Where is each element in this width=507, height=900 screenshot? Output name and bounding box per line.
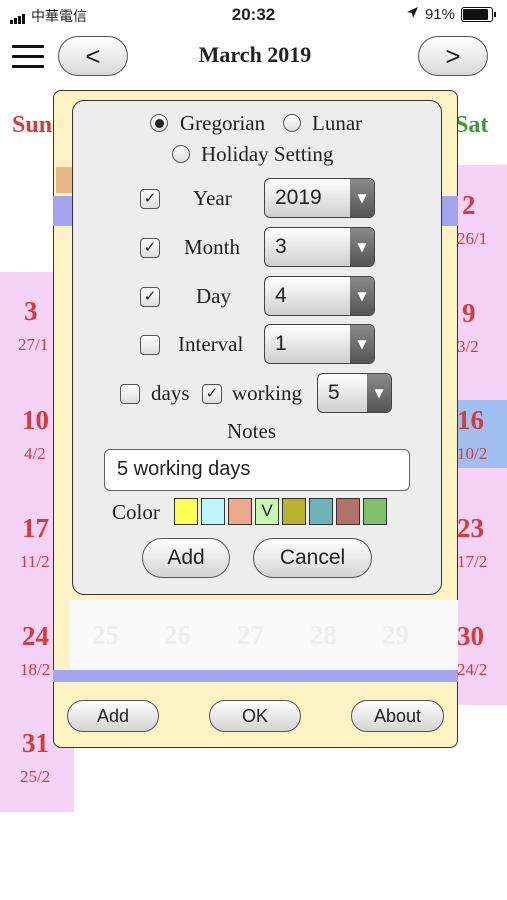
color-swatch[interactable] bbox=[201, 498, 225, 525]
interval-select[interactable]: 1 ▼ bbox=[264, 324, 375, 364]
ok-button[interactable]: OK bbox=[209, 700, 301, 732]
month-value: 3 bbox=[275, 235, 287, 258]
menu-icon[interactable] bbox=[12, 45, 44, 69]
date-cell[interactable]: 3 bbox=[24, 296, 38, 327]
month-checkbox[interactable]: ✓ bbox=[140, 238, 160, 258]
date-cell: 28 bbox=[310, 620, 337, 650]
notes-label: Notes bbox=[227, 419, 276, 443]
next-month-button[interactable]: > bbox=[418, 36, 488, 76]
gregorian-radio[interactable] bbox=[150, 114, 168, 132]
battery-icon bbox=[461, 7, 496, 22]
lunar-radio[interactable] bbox=[283, 114, 301, 132]
year-label: Year bbox=[193, 186, 232, 210]
dropdown-arrow-icon: ▼ bbox=[350, 325, 374, 363]
date-cell: 27 bbox=[237, 620, 264, 650]
lunar-label: Lunar bbox=[312, 111, 363, 135]
date-cell[interactable]: 17 bbox=[22, 513, 49, 544]
outer-add-button[interactable]: Add bbox=[67, 700, 159, 732]
saturday-header: Sat bbox=[455, 112, 489, 138]
year-value: 2019 bbox=[275, 186, 322, 209]
prev-month-button[interactable]: < bbox=[58, 36, 128, 76]
day-label: Day bbox=[196, 284, 231, 308]
date-cell: 29 bbox=[382, 620, 409, 650]
date-cell[interactable]: 10 bbox=[22, 405, 49, 436]
color-swatch[interactable] bbox=[309, 498, 333, 525]
color-swatches: V bbox=[174, 498, 387, 525]
location-arrow-icon bbox=[406, 6, 419, 23]
notes-input[interactable]: 5 working days bbox=[104, 449, 410, 491]
days-checkbox[interactable] bbox=[120, 384, 140, 404]
year-select[interactable]: 2019 ▼ bbox=[264, 178, 375, 218]
day-value: 4 bbox=[275, 284, 287, 307]
date-cell: 25 bbox=[92, 620, 119, 650]
dropdown-arrow-icon: ▼ bbox=[350, 228, 374, 266]
color-swatch[interactable] bbox=[282, 498, 306, 525]
day-checkbox[interactable]: ✓ bbox=[140, 287, 160, 307]
gregorian-label: Gregorian bbox=[180, 111, 266, 135]
interval-value: 1 bbox=[275, 332, 287, 355]
interval-label: Interval bbox=[178, 332, 244, 356]
battery-percent: 91% bbox=[424, 6, 455, 23]
date-cell[interactable]: 24 bbox=[22, 621, 49, 652]
date-cell[interactable]: 31 bbox=[22, 728, 49, 759]
sunday-header: Sun bbox=[12, 112, 53, 138]
dropdown-arrow-icon: ▼ bbox=[350, 179, 374, 217]
holiday-setting-radio[interactable] bbox=[172, 145, 190, 163]
lunar-date: 24/2 bbox=[457, 660, 488, 679]
cancel-button[interactable]: Cancel bbox=[253, 538, 372, 578]
lunar-date: 26/1 bbox=[457, 229, 488, 248]
lunar-date: 18/2 bbox=[20, 660, 51, 679]
interval-checkbox[interactable] bbox=[140, 335, 160, 355]
working-days-value: 5 bbox=[328, 381, 340, 404]
month-select[interactable]: 3 ▼ bbox=[264, 227, 375, 267]
color-swatch[interactable] bbox=[174, 498, 198, 525]
date-cell: 26 bbox=[164, 620, 191, 650]
about-button[interactable]: About bbox=[351, 700, 444, 732]
date-cell[interactable]: 2 bbox=[462, 190, 476, 221]
color-swatch[interactable]: V bbox=[255, 498, 279, 525]
day-select[interactable]: 4 ▼ bbox=[264, 276, 375, 316]
week-strip-bottom bbox=[53, 670, 458, 682]
color-swatch[interactable] bbox=[228, 498, 252, 525]
lunar-date: 4/2 bbox=[24, 444, 46, 463]
working-label: working bbox=[232, 381, 302, 405]
color-swatch[interactable] bbox=[336, 498, 360, 525]
year-checkbox[interactable]: ✓ bbox=[140, 189, 160, 209]
tan-marker bbox=[56, 167, 72, 193]
month-title: March 2019 bbox=[198, 42, 312, 67]
dropdown-arrow-icon: ▼ bbox=[367, 374, 391, 412]
lunar-date: 17/2 bbox=[457, 552, 488, 571]
date-cell[interactable]: 16 bbox=[457, 405, 507, 436]
add-button[interactable]: Add bbox=[142, 538, 230, 578]
status-right: 91% bbox=[406, 6, 496, 23]
color-label: Color bbox=[112, 500, 160, 524]
working-checkbox[interactable]: ✓ bbox=[202, 384, 222, 404]
working-days-select[interactable]: 5 ▼ bbox=[317, 373, 392, 413]
date-cell[interactable]: 30 bbox=[457, 621, 507, 652]
color-swatch[interactable] bbox=[363, 498, 387, 525]
lunar-date: 25/2 bbox=[20, 767, 51, 786]
lunar-date: 27/1 bbox=[18, 335, 49, 354]
date-cell[interactable]: 9 bbox=[462, 298, 476, 329]
lunar-date: 3/2 bbox=[457, 337, 479, 356]
date-cell[interactable]: 23 bbox=[457, 513, 507, 544]
lunar-date: 10/2 bbox=[457, 444, 488, 463]
holiday-setting-label: Holiday Setting bbox=[201, 142, 334, 166]
dropdown-arrow-icon: ▼ bbox=[350, 277, 374, 315]
lunar-date: 11/2 bbox=[20, 552, 50, 571]
month-label: Month bbox=[184, 235, 241, 259]
days-label: days bbox=[151, 381, 190, 405]
battery-fill bbox=[463, 9, 489, 20]
